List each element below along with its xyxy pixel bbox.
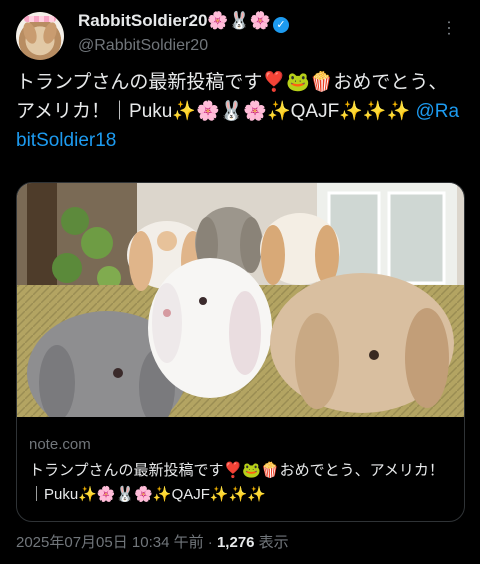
card-image[interactable] — [17, 183, 464, 417]
views-count: 1,276 — [216, 534, 255, 551]
views-label: 表示 — [254, 534, 289, 551]
author-display-name-row[interactable]: RabbitSoldier20🌸🐰🌸 ✓ — [78, 10, 289, 33]
tweet-meta: 2025年07月05日 10:34 午前 · 1,276 表示 — [16, 532, 289, 554]
avatar-ear-left — [20, 20, 40, 46]
card-title[interactable]: トランプさんの最新投稿です❣️🐸🍿おめでとう、アメリカ！｜Puku✨🌸🐰🌸✨QA… — [29, 459, 454, 507]
tweet-body: トランプさんの最新投稿です❣️🐸🍿おめでとう、アメリカ！｜Puku✨🌸🐰🌸✨QA… — [16, 72, 448, 122]
tweet-header: RabbitSoldier20🌸🐰🌸 ✓ @RabbitSoldier20 … — [16, 8, 464, 64]
author-handle[interactable]: @RabbitSoldier20 — [78, 35, 289, 57]
avatar-flower-crown — [24, 16, 56, 22]
link-card[interactable]: note.com トランプさんの最新投稿です❣️🐸🍿おめでとう、アメリカ！｜Pu… — [16, 182, 465, 522]
verified-badge-icon: ✓ — [272, 17, 289, 33]
more-options-icon[interactable]: … — [444, 18, 464, 38]
card-domain[interactable]: note.com — [29, 435, 91, 455]
tweet-text: トランプさんの最新投稿です❣️🐸🍿おめでとう、アメリカ！｜Puku✨🌸🐰🌸✨QA… — [16, 68, 464, 155]
avatar[interactable] — [16, 12, 64, 60]
author-names: RabbitSoldier20🌸🐰🌸 ✓ @RabbitSoldier20 — [78, 10, 289, 57]
avatar-ear-right — [40, 20, 60, 46]
author-display-name[interactable]: RabbitSoldier20🌸🐰🌸 — [78, 11, 271, 30]
timestamp[interactable]: 2025年07月05日 10:34 午前 — [16, 534, 204, 551]
meta-separator: · — [203, 534, 217, 551]
